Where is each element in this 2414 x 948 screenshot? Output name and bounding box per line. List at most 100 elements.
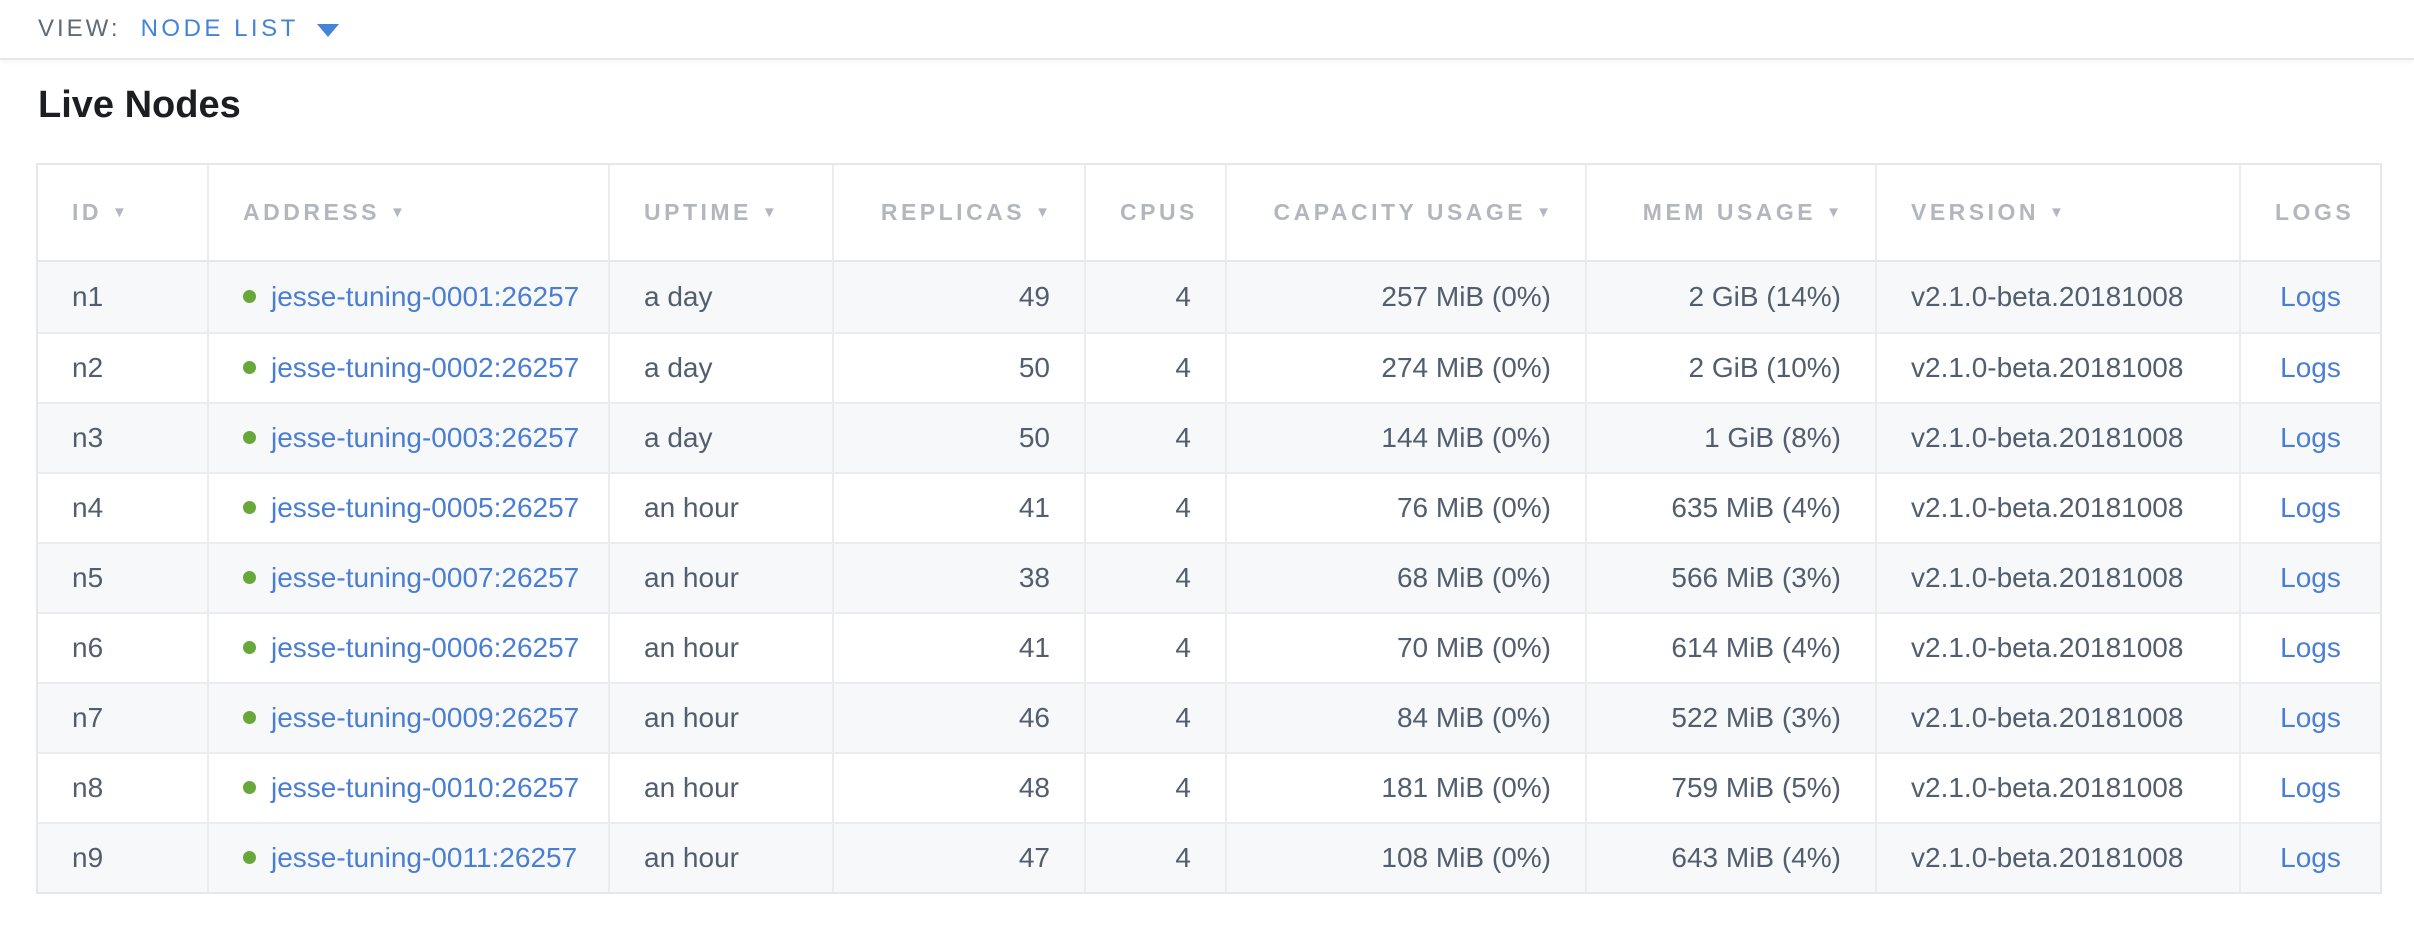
cell-version: v2.1.0-beta.20181008 bbox=[1875, 472, 2239, 542]
logs-link[interactable]: Logs bbox=[2280, 702, 2341, 733]
live-nodes-table-wrap: ID▼ADDRESS▼UPTIME▼REPLICAS▼CPUSCAPACITY … bbox=[36, 163, 2378, 894]
cell-cpus: 4 bbox=[1084, 262, 1225, 332]
cell-version: v2.1.0-beta.20181008 bbox=[1875, 262, 2239, 332]
cell-uptime: an hour bbox=[608, 612, 832, 682]
column-header-label: MEM USAGE bbox=[1643, 199, 1816, 225]
cell-capacity: 144 MiB (0%) bbox=[1225, 402, 1585, 472]
node-address-link[interactable]: jesse-tuning-0009:26257 bbox=[271, 702, 579, 733]
column-header-version[interactable]: VERSION▼ bbox=[1875, 165, 2239, 262]
node-live-status-icon bbox=[243, 501, 256, 514]
cell-logs: Logs bbox=[2239, 472, 2380, 542]
column-header-label: ADDRESS bbox=[243, 199, 380, 225]
cell-address: jesse-tuning-0003:26257 bbox=[207, 402, 608, 472]
cell-address: jesse-tuning-0002:26257 bbox=[207, 332, 608, 402]
view-selected-value: NODE LIST bbox=[141, 15, 299, 43]
logs-link[interactable]: Logs bbox=[2280, 281, 2341, 312]
cell-id: n2 bbox=[38, 332, 207, 402]
cell-id: n6 bbox=[38, 612, 207, 682]
column-header-label: CAPACITY USAGE bbox=[1274, 199, 1527, 225]
node-address-link[interactable]: jesse-tuning-0001:26257 bbox=[271, 281, 579, 312]
cell-version: v2.1.0-beta.20181008 bbox=[1875, 332, 2239, 402]
cell-id: n8 bbox=[38, 752, 207, 822]
cell-replicas: 41 bbox=[832, 472, 1084, 542]
cell-cpus: 4 bbox=[1084, 402, 1225, 472]
cell-id: n3 bbox=[38, 402, 207, 472]
node-address-link[interactable]: jesse-tuning-0007:26257 bbox=[271, 562, 579, 593]
node-address-link[interactable]: jesse-tuning-0011:26257 bbox=[271, 842, 577, 873]
column-header-label: REPLICAS bbox=[881, 199, 1025, 225]
column-header-replicas[interactable]: REPLICAS▼ bbox=[832, 165, 1084, 262]
logs-link[interactable]: Logs bbox=[2280, 842, 2341, 873]
node-address-link[interactable]: jesse-tuning-0006:26257 bbox=[271, 632, 579, 663]
node-live-status-icon bbox=[243, 711, 256, 724]
cell-logs: Logs bbox=[2239, 752, 2380, 822]
logs-link[interactable]: Logs bbox=[2280, 352, 2341, 383]
cell-address: jesse-tuning-0009:26257 bbox=[207, 682, 608, 752]
node-address-link[interactable]: jesse-tuning-0005:26257 bbox=[271, 492, 579, 523]
cell-logs: Logs bbox=[2239, 542, 2380, 612]
cell-capacity: 108 MiB (0%) bbox=[1225, 822, 1585, 892]
cell-logs: Logs bbox=[2239, 822, 2380, 892]
cell-version: v2.1.0-beta.20181008 bbox=[1875, 752, 2239, 822]
cell-mem: 614 MiB (4%) bbox=[1585, 612, 1875, 682]
view-selector-dropdown[interactable]: NODE LIST bbox=[141, 15, 339, 43]
cell-logs: Logs bbox=[2239, 262, 2380, 332]
column-header-label: ID bbox=[72, 199, 102, 225]
node-address-link[interactable]: jesse-tuning-0002:26257 bbox=[271, 352, 579, 383]
cell-uptime: a day bbox=[608, 262, 832, 332]
node-row-n8: n8jesse-tuning-0010:26257an hour484181 M… bbox=[38, 752, 2380, 822]
logs-link[interactable]: Logs bbox=[2280, 772, 2341, 803]
node-live-status-icon bbox=[243, 781, 256, 794]
column-header-label: CPUS bbox=[1120, 199, 1198, 225]
logs-link[interactable]: Logs bbox=[2280, 632, 2341, 663]
column-header-cpus: CPUS bbox=[1084, 165, 1225, 262]
column-header-logs: LOGS bbox=[2239, 165, 2380, 262]
cell-replicas: 47 bbox=[832, 822, 1084, 892]
cell-id: n1 bbox=[38, 262, 207, 332]
sort-desc-icon: ▼ bbox=[2049, 204, 2064, 221]
logs-link[interactable]: Logs bbox=[2280, 492, 2341, 523]
cell-version: v2.1.0-beta.20181008 bbox=[1875, 542, 2239, 612]
cell-mem: 1 GiB (8%) bbox=[1585, 402, 1875, 472]
cell-replicas: 50 bbox=[832, 332, 1084, 402]
cell-capacity: 274 MiB (0%) bbox=[1225, 332, 1585, 402]
cell-mem: 2 GiB (10%) bbox=[1585, 332, 1875, 402]
cell-uptime: a day bbox=[608, 402, 832, 472]
sort-desc-icon: ▼ bbox=[762, 204, 777, 221]
logs-link[interactable]: Logs bbox=[2280, 422, 2341, 453]
node-row-n5: n5jesse-tuning-0007:26257an hour38468 Mi… bbox=[38, 542, 2380, 612]
column-header-uptime[interactable]: UPTIME▼ bbox=[608, 165, 832, 262]
cell-cpus: 4 bbox=[1084, 542, 1225, 612]
node-live-status-icon bbox=[243, 851, 256, 864]
cell-address: jesse-tuning-0001:26257 bbox=[207, 262, 608, 332]
cell-mem: 635 MiB (4%) bbox=[1585, 472, 1875, 542]
column-header-id[interactable]: ID▼ bbox=[38, 165, 207, 262]
cell-replicas: 46 bbox=[832, 682, 1084, 752]
cell-logs: Logs bbox=[2239, 682, 2380, 752]
sort-desc-icon: ▼ bbox=[1826, 204, 1841, 221]
node-row-n9: n9jesse-tuning-0011:26257an hour474108 M… bbox=[38, 822, 2380, 892]
cell-address: jesse-tuning-0005:26257 bbox=[207, 472, 608, 542]
node-address-link[interactable]: jesse-tuning-0003:26257 bbox=[271, 422, 579, 453]
column-header-capacity[interactable]: CAPACITY USAGE▼ bbox=[1225, 165, 1585, 262]
cell-address: jesse-tuning-0011:26257 bbox=[207, 822, 608, 892]
column-header-address[interactable]: ADDRESS ▼ bbox=[207, 165, 608, 262]
node-row-n7: n7jesse-tuning-0009:26257an hour46484 Mi… bbox=[38, 682, 2380, 752]
column-header-mem[interactable]: MEM USAGE ▼ bbox=[1585, 165, 1875, 262]
node-live-status-icon bbox=[243, 641, 256, 654]
node-live-status-icon bbox=[243, 361, 256, 374]
logs-link[interactable]: Logs bbox=[2280, 562, 2341, 593]
cell-version: v2.1.0-beta.20181008 bbox=[1875, 402, 2239, 472]
node-live-status-icon bbox=[243, 431, 256, 444]
cell-capacity: 257 MiB (0%) bbox=[1225, 262, 1585, 332]
cell-cpus: 4 bbox=[1084, 752, 1225, 822]
cell-uptime: an hour bbox=[608, 542, 832, 612]
node-address-link[interactable]: jesse-tuning-0010:26257 bbox=[271, 772, 579, 803]
cell-cpus: 4 bbox=[1084, 332, 1225, 402]
cell-uptime: an hour bbox=[608, 682, 832, 752]
sort-desc-icon: ▼ bbox=[390, 204, 405, 221]
view-label: VIEW: bbox=[38, 15, 121, 43]
cell-version: v2.1.0-beta.20181008 bbox=[1875, 682, 2239, 752]
column-header-label: LOGS bbox=[2275, 199, 2354, 225]
cell-id: n7 bbox=[38, 682, 207, 752]
